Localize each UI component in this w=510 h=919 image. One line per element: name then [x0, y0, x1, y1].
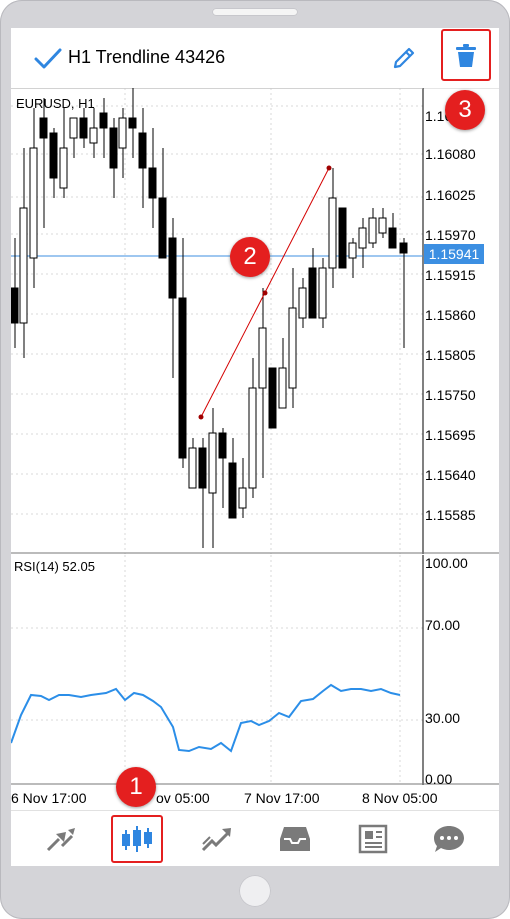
time-axis: 6 Nov 17:00 ov 05:00 7 Nov 17:00 8 Nov 0…: [11, 785, 499, 813]
candle-body: [69, 117, 78, 139]
candle-body: [148, 167, 157, 199]
time-label: 8 Nov 05:00: [362, 790, 438, 806]
price-label: 1.16025: [425, 187, 476, 203]
tab-news[interactable]: [347, 815, 399, 863]
inbox-icon: [280, 827, 310, 851]
tab-history[interactable]: [269, 815, 321, 863]
pencil-icon[interactable]: [391, 45, 417, 71]
candle-body: [298, 287, 307, 319]
annotation-badge-3: 3: [445, 90, 485, 130]
candle-body: [188, 447, 197, 489]
rsi-level-label: 100.00: [425, 555, 468, 571]
price-label: 1.15970: [425, 227, 476, 243]
candle-body: [208, 432, 217, 494]
screen: H1 Trendline 43426 EURUSD, H1 1.16 1.160…: [11, 28, 499, 866]
annotation-badge-2: 2: [230, 237, 270, 277]
current-price-tag: 1.15941: [424, 244, 484, 264]
candle-body: [89, 127, 98, 144]
candle-body: [328, 197, 337, 269]
candle-body: [218, 432, 227, 459]
trash-icon: [456, 44, 476, 67]
candle-body: [318, 267, 327, 319]
candle-body: [118, 117, 127, 149]
candle-body: [29, 147, 38, 259]
candle-body: [399, 242, 408, 254]
candle-body: [39, 117, 48, 139]
candle-body: [348, 242, 357, 259]
phone-frame: H1 Trendline 43426 EURUSD, H1 1.16 1.160…: [0, 0, 510, 919]
rsi-title: RSI(14) 52.05: [14, 559, 95, 574]
home-button[interactable]: [239, 875, 271, 907]
candle-body: [19, 207, 28, 324]
price-label: 1.16080: [425, 146, 476, 162]
candle-body: [388, 227, 397, 249]
candle-body: [49, 132, 58, 179]
price-label: 1.15640: [425, 467, 476, 483]
candle-body: [248, 387, 257, 489]
trend-icon: [201, 828, 231, 852]
price-label: 1.15805: [425, 347, 476, 363]
candle-body: [238, 487, 247, 509]
object-title: H1 Trendline 43426: [68, 47, 226, 67]
phone-speaker: [212, 8, 298, 16]
candle-body: [368, 217, 377, 244]
candle-body: [268, 367, 277, 429]
delete-button[interactable]: [441, 29, 491, 81]
candlestick-icon: [122, 826, 152, 852]
candle-body: [228, 462, 237, 519]
price-label: 1.15695: [425, 427, 476, 443]
price-label: 1.15860: [425, 307, 476, 323]
tab-chart[interactable]: [111, 815, 163, 863]
price-label: 1.15585: [425, 507, 476, 523]
candle-body: [168, 237, 177, 299]
price-label: 1.15750: [425, 387, 476, 403]
candle-body: [258, 327, 267, 389]
candle-body: [11, 287, 19, 324]
candle-body: [138, 132, 147, 169]
candle-body: [178, 297, 187, 459]
candle-body: [59, 147, 68, 189]
price-label: 1.15915: [425, 267, 476, 283]
rsi-level-label: 70.00: [425, 617, 461, 633]
candle-body: [278, 367, 287, 409]
check-icon[interactable]: [34, 47, 62, 69]
rsi-level-label: 30.00: [425, 710, 461, 726]
candle-body: [109, 127, 118, 169]
time-label: 6 Nov 17:00: [11, 790, 87, 806]
tab-trade[interactable]: [191, 815, 243, 863]
time-label: ov 05:00: [156, 790, 210, 806]
chat-icon: [434, 826, 464, 852]
newspaper-icon: [358, 824, 388, 854]
object-header: H1 Trendline 43426: [11, 28, 499, 89]
tab-chat[interactable]: [423, 815, 475, 863]
candle-body: [378, 217, 387, 234]
candle-body: [338, 207, 347, 269]
candle-body: [198, 447, 207, 489]
candle-body: [79, 117, 88, 139]
candle-body: [128, 117, 137, 129]
candle-body: [158, 197, 167, 259]
symbol-label: EURUSD, H1: [16, 96, 95, 111]
tab-quotes[interactable]: [35, 815, 87, 863]
candle-body: [99, 112, 108, 129]
bottom-toolbar: [11, 810, 499, 866]
candle-body: [358, 227, 367, 249]
time-label: 7 Nov 17:00: [244, 790, 320, 806]
candle-body: [288, 307, 297, 389]
arrows-icon: [46, 828, 75, 852]
candle-body: [308, 267, 317, 319]
annotation-badge-1: 1: [116, 767, 156, 807]
